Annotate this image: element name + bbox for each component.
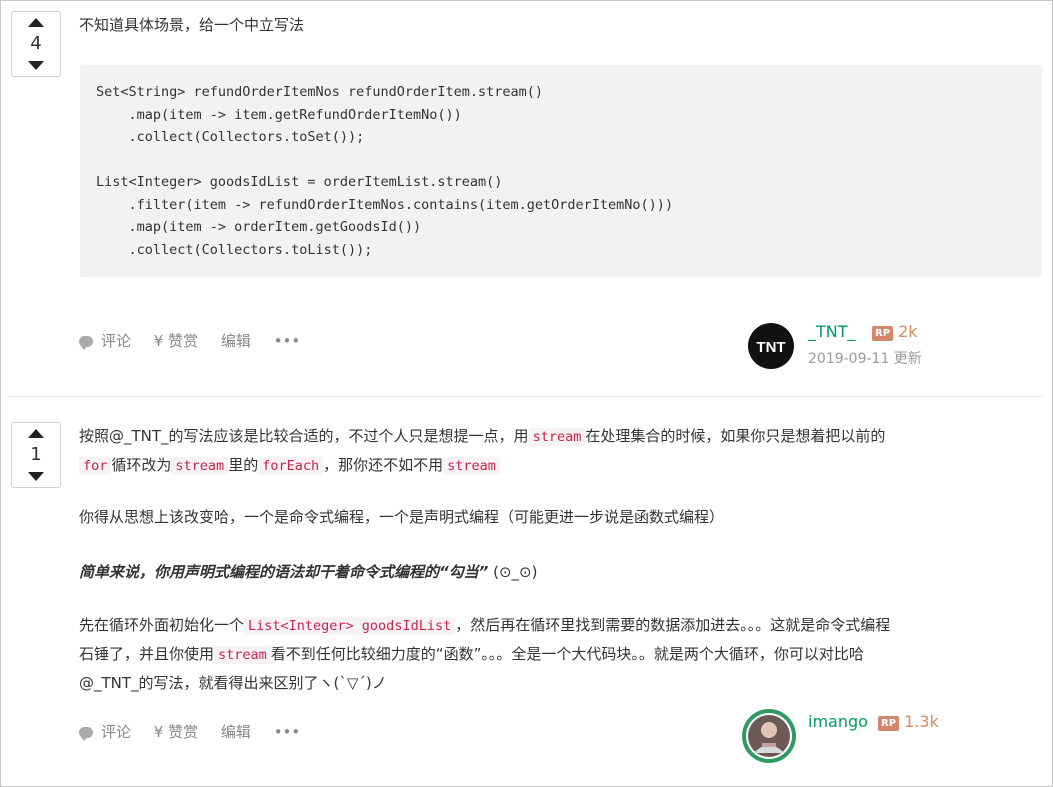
text: @_TNT_的写法，就看得出来区别了ヽ(ˋ▽ˊ)ノ <box>79 674 387 692</box>
vote-box: 1 <box>11 422 61 488</box>
edit-button[interactable]: 编辑 <box>221 721 251 742</box>
comment-icon <box>79 727 93 741</box>
text: ，然后再在循环里找到需要的数据添加进去。。。这就是命令式编程 <box>455 616 891 634</box>
downvote-arrow-icon[interactable] <box>28 61 44 70</box>
paragraph-4: 先在循环外面初始化一个 List<Integer> goodsIdList ，然后再… <box>79 611 890 697</box>
avatar[interactable]: TNT <box>748 323 794 369</box>
text: 看不到任何比较细力度的“函数”。。。全是一个大代码块。。就是两个大循环，你可以对… <box>270 645 864 663</box>
text: ，那你还不如不用 <box>323 456 444 474</box>
vote-box: 4 <box>11 11 61 77</box>
reputation-value: 2k <box>898 322 918 341</box>
vote-count: 1 <box>30 444 42 465</box>
vote-count: 4 <box>30 33 42 54</box>
paragraph-2: 你得从思想上该改变哈，一个是命令式编程，一个是声明式编程（可能更进一步说是函数式… <box>79 508 725 526</box>
comment-label: 评论 <box>101 332 132 350</box>
text: 先在循环外面初始化一个 <box>79 616 245 634</box>
inline-code: for <box>79 457 112 475</box>
comment-label: 评论 <box>101 723 132 741</box>
downvote-arrow-icon[interactable] <box>28 472 44 481</box>
author-name[interactable]: imango <box>808 712 868 731</box>
paragraph-1: 按照@_TNT_的写法应该是比较合适的，不过个人只是想提一点，用 stream 在处… <box>79 422 885 480</box>
text: 按照@_TNT_的写法应该是比较合适的，不过个人只是想提一点，用 <box>79 427 529 445</box>
answer-intro: 不知道具体场景，给一个中立写法 <box>79 16 305 34</box>
author-name[interactable]: _TNT_ <box>808 322 856 341</box>
answer-actions: 评论 ¥ 赞赏 编辑 ••• <box>79 721 318 742</box>
text: 里的 <box>228 456 259 474</box>
inline-code: stream <box>171 457 229 475</box>
rp-badge: RP <box>878 716 900 731</box>
comment-button[interactable]: 评论 <box>79 721 131 742</box>
paragraph-3: 简单来说，你用声明式编程的语法却干着命令式编程的“勾当” (⊙_⊙) <box>79 558 537 586</box>
more-button[interactable]: ••• <box>274 332 301 350</box>
inline-code: forEach <box>258 457 324 475</box>
rp-badge: RP <box>872 326 894 341</box>
comment-button[interactable]: 评论 <box>79 330 131 351</box>
update-date: 2019-09-11 更新 <box>808 351 922 367</box>
avatar[interactable] <box>742 709 796 763</box>
code-content: Set<String> refundOrderItemNos refundOrd… <box>96 84 674 258</box>
text: 石锤了，并且你使用 <box>79 645 215 663</box>
emoticon: (⊙_⊙) <box>493 563 538 581</box>
inline-code: List<Integer> goodsIdList <box>244 617 456 635</box>
text: 循环改为 <box>111 456 172 474</box>
reputation: RP 2k <box>872 322 918 341</box>
more-button[interactable]: ••• <box>274 723 301 741</box>
inline-code: stream <box>443 457 500 475</box>
code-block: Set<String> refundOrderItemNos refundOrd… <box>80 65 1042 277</box>
reputation: RP 1.3k <box>878 712 939 731</box>
answer-actions: 评论 ¥ 赞赏 编辑 ••• <box>79 330 318 351</box>
text: 在处理集合的时候，如果你只是想着把以前的 <box>585 427 886 445</box>
answer-1: 4 不知道具体场景，给一个中立写法 Set<String> refundOrde… <box>0 0 1053 396</box>
reputation-value: 1.3k <box>904 712 939 731</box>
comment-icon <box>79 336 93 350</box>
upvote-arrow-icon[interactable] <box>28 429 44 438</box>
tnt-logo-icon: TNT <box>756 339 785 356</box>
answer-2: 1 按照@_TNT_的写法应该是比较合适的，不过个人只是想提一点，用 stream… <box>0 397 1053 787</box>
user-photo-icon <box>746 713 792 759</box>
bold-text: 简单来说，你用声明式编程的语法却干着命令式编程的“勾当” <box>79 563 489 581</box>
reward-button[interactable]: ¥ 赞赏 <box>154 330 198 351</box>
avatar-text: TNT <box>756 339 785 356</box>
edit-button[interactable]: 编辑 <box>221 330 251 351</box>
upvote-arrow-icon[interactable] <box>28 18 44 27</box>
inline-code: stream <box>214 646 271 664</box>
reward-button[interactable]: ¥ 赞赏 <box>154 721 198 742</box>
inline-code: stream <box>528 428 586 446</box>
